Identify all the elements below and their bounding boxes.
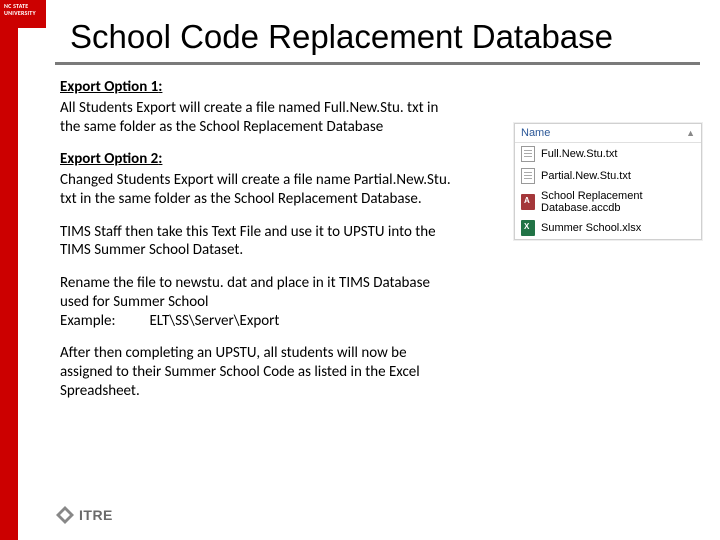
option2-body: Changed Students Export will create a fi… [60, 171, 460, 209]
excel-file-icon [521, 220, 535, 236]
file-row[interactable]: School Replacement Database.accdb [515, 187, 701, 217]
example-value: ELT\SS\Server\Export [149, 312, 279, 330]
option1-heading: Export Option 1: [60, 78, 460, 97]
file-explorer-panel: Name ▲ Full.New.Stu.txt Partial.New.Stu.… [514, 123, 702, 240]
file-row[interactable]: Full.New.Stu.txt [515, 143, 701, 165]
file-name: Partial.New.Stu.txt [541, 170, 631, 182]
main-content: Export Option 1: All Students Export wil… [60, 78, 460, 415]
para-rename-block: Rename the file to newstu. dat and place… [60, 274, 460, 330]
option1-body: All Students Export will create a file n… [60, 99, 460, 137]
itre-text: ITRE [79, 507, 113, 523]
column-name: Name [521, 127, 686, 139]
explorer-header[interactable]: Name ▲ [515, 124, 701, 143]
access-file-icon [521, 194, 535, 210]
para-rename: Rename the file to newstu. dat and place… [60, 274, 430, 311]
text-file-icon [521, 146, 535, 162]
itre-diamond-icon [56, 506, 74, 524]
file-name: Summer School.xlsx [541, 222, 641, 234]
file-name: Full.New.Stu.txt [541, 148, 617, 160]
brand-vertical-bar [0, 0, 18, 540]
title-underline [55, 62, 700, 65]
example-label: Example: [60, 312, 116, 330]
file-row[interactable]: Partial.New.Stu.txt [515, 165, 701, 187]
itre-logo: ITRE [56, 506, 113, 524]
page-title: School Code Replacement Database [70, 18, 700, 56]
ncstate-logo: NC STATE UNIVERSITY [0, 0, 46, 28]
sort-indicator-icon: ▲ [686, 128, 695, 138]
para-after: After then completing an UPSTU, all stud… [60, 344, 460, 400]
option2-heading: Export Option 2: [60, 150, 460, 169]
file-row[interactable]: Summer School.xlsx [515, 217, 701, 239]
para-tims: TIMS Staff then take this Text File and … [60, 223, 460, 261]
file-name: School Replacement Database.accdb [541, 190, 695, 214]
brand-line2: UNIVERSITY [4, 9, 36, 17]
text-file-icon [521, 168, 535, 184]
